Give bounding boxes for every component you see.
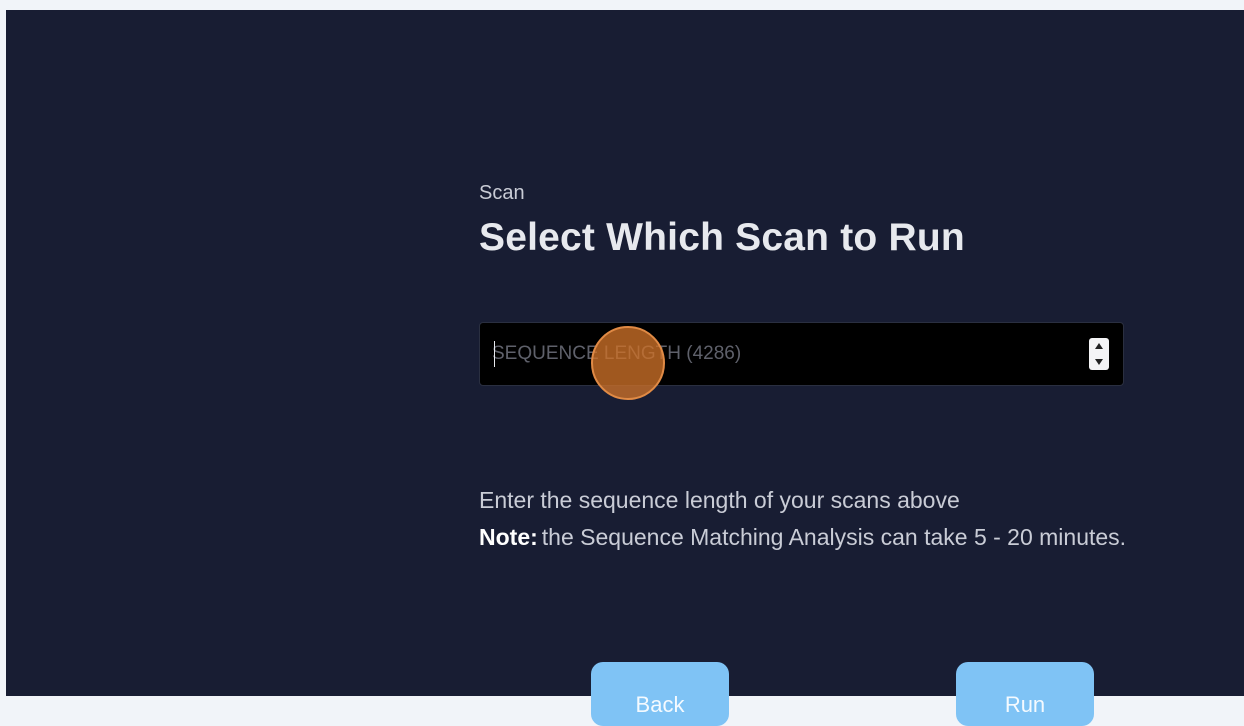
sequence-length-input[interactable]: [492, 323, 1072, 385]
stepper-up-button[interactable]: [1089, 338, 1109, 354]
main-panel: Scan Select Which Scan to Run Enter the …: [6, 10, 1244, 726]
note-text: the Sequence Matching Analysis can take …: [541, 524, 1127, 550]
help-instruction: Enter the sequence length of your scans …: [479, 487, 960, 513]
run-button[interactable]: Run: [956, 662, 1094, 726]
arrow-down-icon: [1095, 359, 1103, 365]
number-stepper[interactable]: [1089, 338, 1109, 370]
help-note: Note: the Sequence Matching Analysis can …: [479, 519, 1126, 556]
click-indicator: [591, 326, 665, 400]
help-text: Enter the sequence length of your scans …: [479, 482, 1126, 556]
text-cursor: [494, 341, 495, 367]
note-label: Note:: [479, 524, 538, 550]
sequence-length-field[interactable]: [479, 322, 1124, 386]
back-button[interactable]: Back: [591, 662, 729, 726]
section-label: Scan: [479, 182, 525, 204]
arrow-up-icon: [1095, 343, 1103, 349]
page-title: Select Which Scan to Run: [479, 216, 965, 259]
stepper-down-button[interactable]: [1089, 354, 1109, 370]
